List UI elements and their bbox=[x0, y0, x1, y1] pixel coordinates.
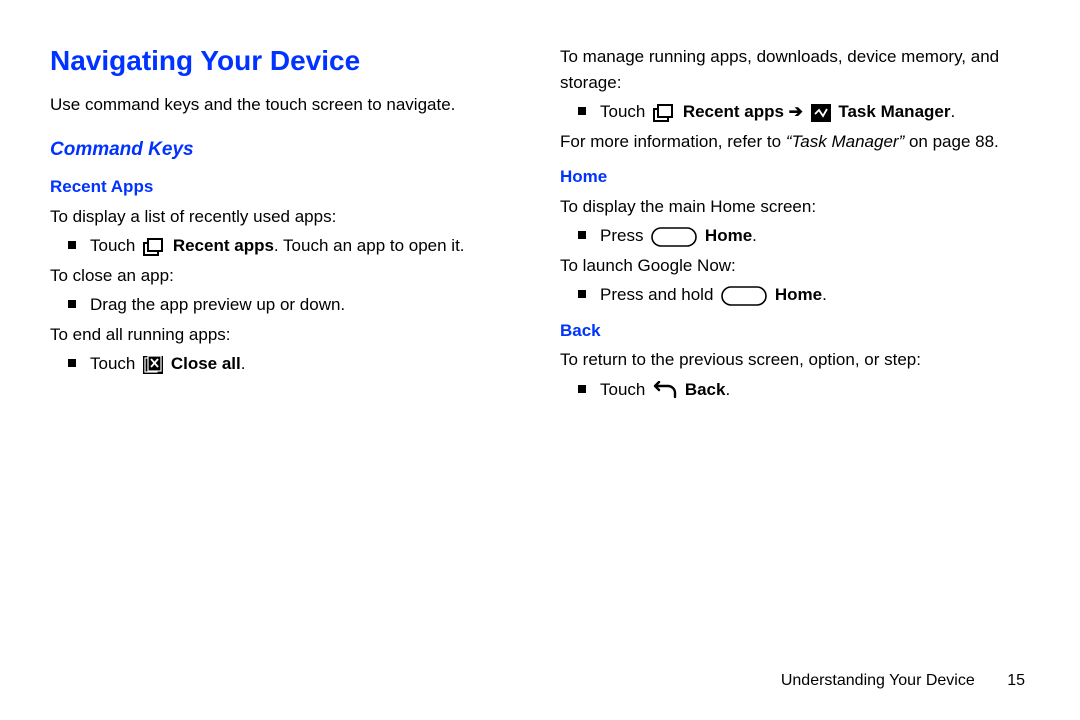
recent-p3: To end all running apps: bbox=[50, 322, 520, 348]
intro-text: Use command keys and the touch screen to… bbox=[50, 92, 520, 118]
footer-page-number: 15 bbox=[1007, 672, 1025, 690]
txt-bold: Back bbox=[685, 380, 726, 399]
txt-frag: . bbox=[241, 354, 246, 373]
back-heading: Back bbox=[560, 318, 1030, 344]
task-manager-icon bbox=[811, 104, 831, 122]
recent-apps-heading: Recent Apps bbox=[50, 174, 520, 200]
txt-frag: Touch bbox=[90, 354, 140, 373]
footer-chapter: Understanding Your Device bbox=[781, 672, 975, 689]
txt-frag: Touch bbox=[600, 380, 650, 399]
txt-frag: . Touch an app to open it. bbox=[274, 236, 465, 255]
home-p1: To display the main Home screen: bbox=[560, 194, 1030, 220]
right-column: To manage running apps, downloads, devic… bbox=[560, 40, 1030, 406]
home-p2: To launch Google Now: bbox=[560, 253, 1030, 279]
home-heading: Home bbox=[560, 164, 1030, 190]
home-b2-text: Press and hold Home. bbox=[600, 282, 1030, 308]
txt-frag: Press bbox=[600, 226, 648, 245]
txt-ital: “Task Manager” bbox=[786, 132, 904, 151]
manage-p2: For more information, refer to “Task Man… bbox=[560, 129, 1030, 155]
recent-b2-text: Drag the app preview up or down. bbox=[90, 292, 520, 318]
bullet-square-icon bbox=[68, 300, 76, 308]
home-button-icon bbox=[651, 227, 697, 247]
bullet-square-icon bbox=[68, 359, 76, 367]
recent-p1: To display a list of recently used apps: bbox=[50, 204, 520, 230]
home-button-icon bbox=[721, 286, 767, 306]
bullet-square-icon bbox=[578, 231, 586, 239]
back-bullet-1: Touch Back. bbox=[578, 377, 1030, 403]
bullet-square-icon bbox=[578, 385, 586, 393]
back-b1-text: Touch Back. bbox=[600, 377, 1030, 403]
txt-frag: Touch bbox=[90, 236, 140, 255]
txt-frag: . bbox=[752, 226, 757, 245]
manage-bullet-1: Touch Recent apps ➔ Task Manager. bbox=[578, 99, 1030, 125]
two-column-layout: Navigating Your Device Use command keys … bbox=[50, 40, 1030, 406]
txt-bold: Task Manager bbox=[838, 102, 950, 121]
txt-frag: For more information, refer to bbox=[560, 132, 786, 151]
recent-b3-text: Touch Close all. bbox=[90, 351, 520, 377]
page-title: Navigating Your Device bbox=[50, 40, 520, 82]
txt-bold: Home bbox=[775, 285, 822, 304]
txt-bold: Recent apps bbox=[683, 102, 784, 121]
bullet-square-icon bbox=[578, 290, 586, 298]
recent-apps-icon bbox=[653, 104, 675, 122]
txt-frag: . bbox=[950, 102, 955, 121]
close-all-icon bbox=[143, 356, 163, 374]
page-footer: Understanding Your Device 15 bbox=[781, 672, 1025, 690]
recent-bullet-1: Touch Recent apps. Touch an app to open … bbox=[68, 233, 520, 259]
back-icon bbox=[653, 381, 677, 399]
home-bullet-2: Press and hold Home. bbox=[578, 282, 1030, 308]
manage-p1: To manage running apps, downloads, devic… bbox=[560, 44, 1030, 95]
txt-bold: Home bbox=[705, 226, 752, 245]
arrow-icon: ➔ bbox=[789, 102, 808, 121]
left-column: Navigating Your Device Use command keys … bbox=[50, 40, 520, 406]
back-p1: To return to the previous screen, option… bbox=[560, 347, 1030, 373]
command-keys-heading: Command Keys bbox=[50, 136, 520, 165]
recent-p2: To close an app: bbox=[50, 263, 520, 289]
txt-bold: Recent apps bbox=[173, 236, 274, 255]
txt-bold: Close all bbox=[171, 354, 241, 373]
bullet-square-icon bbox=[578, 107, 586, 115]
home-bullet-1: Press Home. bbox=[578, 223, 1030, 249]
txt-frag: . bbox=[725, 380, 730, 399]
txt-frag: . bbox=[822, 285, 827, 304]
recent-bullet-2: Drag the app preview up or down. bbox=[68, 292, 520, 318]
manual-page: Navigating Your Device Use command keys … bbox=[0, 0, 1080, 720]
txt-frag: on page 88. bbox=[904, 132, 999, 151]
recent-apps-icon bbox=[143, 238, 165, 256]
recent-b1-text: Touch Recent apps. Touch an app to open … bbox=[90, 233, 520, 259]
txt-frag: Touch bbox=[600, 102, 650, 121]
bullet-square-icon bbox=[68, 241, 76, 249]
home-b1-text: Press Home. bbox=[600, 223, 1030, 249]
txt-frag: Press and hold bbox=[600, 285, 718, 304]
recent-bullet-3: Touch Close all. bbox=[68, 351, 520, 377]
manage-b1-text: Touch Recent apps ➔ Task Manager. bbox=[600, 99, 1030, 125]
